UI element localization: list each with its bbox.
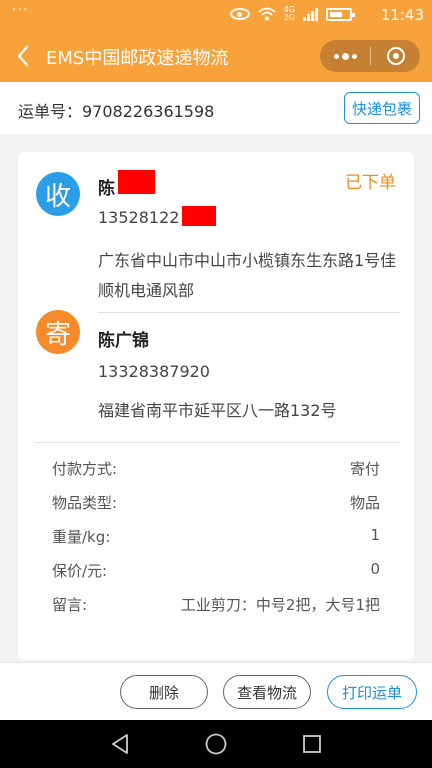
print-waybill-button[interactable]: 打印运单	[327, 675, 417, 709]
detail-value: 0	[370, 560, 380, 578]
receiver-phone: 13528122	[98, 208, 180, 227]
status-bar: ··· 4G 2G 11:43	[0, 0, 432, 30]
detail-key: 物品类型:	[52, 494, 118, 512]
chevron-left-icon	[17, 45, 29, 67]
action-bar: 删除 查看物流 打印运单	[0, 662, 432, 720]
detail-value: 寄付	[349, 460, 380, 478]
nav-bar: EMS中国邮政速递物流	[0, 30, 432, 82]
status-icons: 4G 2G	[229, 6, 355, 22]
wifi-icon	[258, 7, 276, 21]
more-dots-icon	[333, 53, 339, 59]
battery-icon	[326, 7, 355, 21]
network-2g-label: 2G	[283, 13, 295, 22]
more-dots-icon	[341, 52, 349, 60]
more-button[interactable]	[320, 40, 370, 72]
clock: 11:43	[380, 6, 424, 24]
waybill-number: 运单号：9708226361598	[18, 102, 215, 121]
receiver-badge: 收	[36, 172, 80, 216]
sender-phone: 13328387920	[98, 362, 210, 381]
receiver-name: 陈	[98, 179, 115, 199]
detail-key: 重量/kg:	[52, 528, 111, 546]
eye-icon	[229, 8, 250, 20]
waybill-bar: 运单号：9708226361598 快递包裹	[0, 82, 432, 134]
detail-value: 物品	[349, 494, 380, 512]
back-triangle-icon[interactable]	[108, 732, 132, 756]
more-dots-icon	[351, 53, 357, 59]
detail-row-weight: 重量/kg: 1	[52, 526, 380, 550]
view-tracking-button[interactable]: 查看物流	[223, 675, 311, 709]
status-dots: ···	[12, 2, 29, 18]
page-title: EMS中国邮政速递物流	[46, 48, 229, 69]
miniprogram-capsule	[320, 40, 420, 72]
sender-name: 陈广锦	[98, 331, 149, 351]
detail-key: 付款方式:	[52, 460, 118, 478]
network-type-label: 4G 2G	[284, 6, 295, 22]
express-package-button[interactable]: 快递包裹	[344, 92, 420, 124]
order-status: 已下单	[345, 173, 396, 193]
target-circle-icon	[386, 47, 405, 65]
home-circle-icon[interactable]	[204, 732, 228, 756]
detail-row-insured-value: 保价/元: 0	[52, 560, 380, 584]
detail-key: 保价/元:	[52, 562, 108, 580]
receiver-name-redaction	[118, 170, 155, 194]
divider	[34, 442, 400, 443]
detail-row-payment: 付款方式: 寄付	[52, 458, 380, 482]
detail-value: 工业剪刀：中号2把，大号1把	[180, 596, 380, 614]
order-card: 收 陈 已下单 13528122 广东省中山市中山市小榄镇东生东路1号佳顺机电通…	[18, 152, 414, 660]
back-button[interactable]	[10, 43, 36, 69]
detail-row-message: 留言: 工业剪刀：中号2把，大号1把	[52, 594, 380, 618]
close-miniprogram-button[interactable]	[371, 40, 420, 72]
divider	[98, 312, 400, 313]
signal-icon	[303, 7, 318, 21]
detail-row-item-type: 物品类型: 物品	[52, 492, 380, 516]
detail-key: 留言:	[52, 596, 88, 614]
receiver-phone-redaction	[182, 206, 216, 226]
recents-square-icon[interactable]	[300, 732, 324, 756]
sender-address: 福建省南平市延平区八一路132号	[98, 401, 337, 420]
system-nav-bar	[0, 720, 432, 768]
receiver-address: 广东省中山市中山市小榄镇东生东路1号佳顺机电通风部	[98, 251, 397, 300]
detail-value: 1	[370, 526, 380, 544]
delete-button[interactable]: 删除	[120, 675, 208, 709]
sender-badge: 寄	[36, 310, 80, 354]
